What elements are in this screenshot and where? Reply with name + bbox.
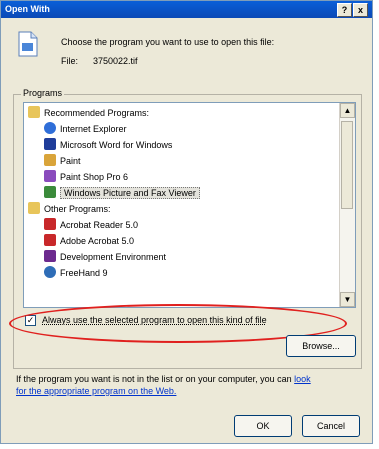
word-icon (44, 138, 56, 150)
window-title: Open With (5, 4, 50, 14)
adobe-acrobat-icon (44, 234, 56, 246)
scroll-thumb[interactable] (341, 121, 353, 209)
list-item-freehand[interactable]: FreeHand 9 (44, 265, 108, 281)
file-label: File: (61, 56, 79, 66)
look-link[interactable]: look (294, 374, 311, 384)
close-button[interactable]: x (353, 3, 368, 17)
list-item-recommended-header: Recommended Programs: (28, 105, 149, 121)
paint-shop-pro-icon (44, 170, 56, 182)
browse-button[interactable]: Browse... (286, 335, 356, 357)
cancel-button[interactable]: Cancel (302, 415, 360, 437)
programs-group-label: Programs (21, 88, 65, 98)
list-item-dev-env[interactable]: Development Environment (44, 249, 166, 265)
open-with-dialog: Open With ? x Choose the program you wan… (0, 0, 373, 444)
acrobat-reader-icon (44, 218, 56, 230)
dev-env-icon (44, 250, 56, 262)
freehand-icon (44, 266, 56, 278)
web-link[interactable]: for the appropriate program on the Web. (16, 386, 176, 396)
ok-button[interactable]: OK (234, 415, 292, 437)
folder-icon (28, 202, 40, 214)
scroll-down-button[interactable]: ▼ (340, 292, 355, 307)
footer-text-line2: for the appropriate program on the Web. (16, 386, 176, 396)
list-item-acrobat-reader[interactable]: Acrobat Reader 5.0 (44, 217, 138, 233)
programs-list[interactable]: Recommended Programs: Internet Explorer … (23, 102, 356, 308)
list-item-paint-shop-pro[interactable]: Paint Shop Pro 6 (44, 169, 128, 185)
list-scrollbar[interactable]: ▲ ▼ (339, 103, 355, 307)
paint-icon (44, 154, 56, 166)
list-item-adobe-acrobat[interactable]: Adobe Acrobat 5.0 (44, 233, 134, 249)
title-bar[interactable]: Open With ? x (1, 1, 372, 18)
file-name: 3750022.tif (93, 56, 138, 66)
scroll-up-button[interactable]: ▲ (340, 103, 355, 118)
list-item-paint[interactable]: Paint (44, 153, 81, 169)
folder-icon (28, 106, 40, 118)
picture-viewer-icon (44, 186, 56, 198)
prompt-text: Choose the program you want to use to op… (61, 37, 275, 47)
footer-text: If the program you want is not in the li… (16, 374, 311, 384)
list-item-internet-explorer[interactable]: Internet Explorer (44, 121, 127, 137)
internet-explorer-icon (44, 122, 56, 134)
help-button[interactable]: ? (337, 3, 352, 17)
list-item-picture-viewer[interactable]: Windows Picture and Fax Viewer (44, 185, 200, 201)
file-icon (18, 31, 38, 57)
list-item-other-header: Other Programs: (28, 201, 111, 217)
list-item-word[interactable]: Microsoft Word for Windows (44, 137, 172, 153)
